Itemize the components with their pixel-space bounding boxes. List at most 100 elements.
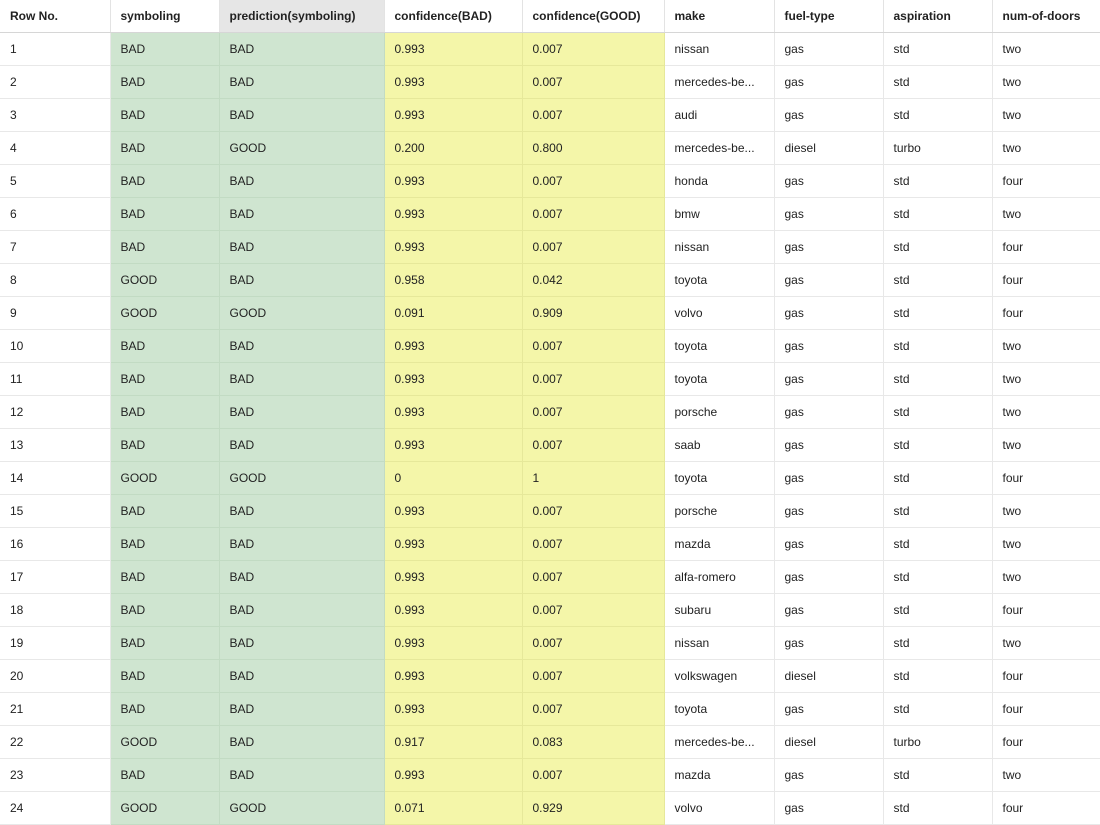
cell-row: 4	[0, 131, 111, 165]
cell-row: 17	[0, 560, 111, 594]
table-row[interactable]: 17 BAD BAD 0.993 0.007 alfa-romero gas std two	[0, 560, 1100, 594]
table-row[interactable]: 21 BAD BAD 0.993 0.007 toyota gas std four	[0, 692, 1100, 726]
cell-make: mercedes-be...	[664, 65, 775, 99]
table-row[interactable]: 14 GOOD GOOD 0 1 toyota gas std four	[0, 461, 1100, 495]
table-row[interactable]: 3 BAD BAD 0.993 0.007 audi gas std two	[0, 98, 1100, 132]
table-row[interactable]: 22 GOOD BAD 0.917 0.083 mercedes-be... diesel t…	[0, 725, 1100, 759]
cell-conf-bad: 0.200	[384, 131, 523, 165]
table-row[interactable]: 1 BAD BAD 0.993 0.007 nissan gas std two	[0, 32, 1100, 66]
cell-row: 23	[0, 758, 111, 792]
cell-fuel-type: gas	[774, 626, 884, 660]
column-header-aspiration[interactable]: aspiration	[883, 0, 993, 33]
cell-fuel-type: diesel	[774, 131, 884, 165]
table-row[interactable]: 24 GOOD GOOD 0.071 0.929 volvo gas std four	[0, 791, 1100, 825]
cell-conf-good: 0.007	[522, 626, 665, 660]
column-header-fuel-type[interactable]: fuel-type	[774, 0, 884, 33]
cell-conf-bad: 0	[384, 461, 523, 495]
cell-conf-good: 0.007	[522, 494, 665, 528]
cell-conf-bad: 0.993	[384, 659, 523, 693]
cell-conf-good: 1	[522, 461, 665, 495]
cell-prediction: BAD	[219, 65, 385, 99]
cell-prediction: BAD	[219, 560, 385, 594]
cell-num-of-doors: four	[992, 461, 1100, 495]
cell-aspiration: turbo	[883, 131, 993, 165]
table-row[interactable]: 15 BAD BAD 0.993 0.007 porsche gas std two	[0, 494, 1100, 528]
cell-row: 11	[0, 362, 111, 396]
table-row[interactable]: 7 BAD BAD 0.993 0.007 nissan gas std four	[0, 230, 1100, 264]
cell-aspiration: std	[883, 32, 993, 66]
table-row[interactable]: 23 BAD BAD 0.993 0.007 mazda gas std two	[0, 758, 1100, 792]
column-header-num-of-doors[interactable]: num-of-doors	[992, 0, 1100, 33]
cell-conf-bad: 0.993	[384, 164, 523, 198]
cell-prediction: BAD	[219, 527, 385, 561]
cell-make: toyota	[664, 692, 775, 726]
cell-row: 7	[0, 230, 111, 264]
cell-conf-good: 0.929	[522, 791, 665, 825]
cell-prediction: BAD	[219, 164, 385, 198]
table-row[interactable]: 2 BAD BAD 0.993 0.007 mercedes-be... gas std two	[0, 65, 1100, 99]
cell-conf-bad: 0.993	[384, 230, 523, 264]
table-row[interactable]: 19 BAD BAD 0.993 0.007 nissan gas std two	[0, 626, 1100, 660]
cell-make: nissan	[664, 626, 775, 660]
cell-symboling: BAD	[110, 197, 220, 231]
column-header-conf-good[interactable]: confidence(GOOD)	[522, 0, 665, 33]
cell-symboling: GOOD	[110, 725, 220, 759]
cell-num-of-doors: two	[992, 32, 1100, 66]
table-row[interactable]: 12 BAD BAD 0.993 0.007 porsche gas std two	[0, 395, 1100, 429]
cell-symboling: BAD	[110, 560, 220, 594]
cell-aspiration: std	[883, 461, 993, 495]
cell-prediction: BAD	[219, 659, 385, 693]
table-row[interactable]: 18 BAD BAD 0.993 0.007 subaru gas std four	[0, 593, 1100, 627]
cell-num-of-doors: two	[992, 527, 1100, 561]
cell-num-of-doors: two	[992, 428, 1100, 462]
cell-symboling: BAD	[110, 32, 220, 66]
cell-aspiration: std	[883, 560, 993, 594]
column-header-prediction[interactable]: prediction(symboling)	[219, 0, 385, 33]
cell-num-of-doors: four	[992, 230, 1100, 264]
cell-row: 24	[0, 791, 111, 825]
column-header-row[interactable]: Row No.	[0, 0, 111, 33]
cell-aspiration: std	[883, 296, 993, 330]
cell-conf-good: 0.007	[522, 395, 665, 429]
cell-row: 8	[0, 263, 111, 297]
table-row[interactable]: 8 GOOD BAD 0.958 0.042 toyota gas std four	[0, 263, 1100, 297]
table-row[interactable]: 5 BAD BAD 0.993 0.007 honda gas std four	[0, 164, 1100, 198]
table-row[interactable]: 11 BAD BAD 0.993 0.007 toyota gas std two	[0, 362, 1100, 396]
column-header-make[interactable]: make	[664, 0, 775, 33]
column-header-conf-bad[interactable]: confidence(BAD)	[384, 0, 523, 33]
cell-prediction: GOOD	[219, 131, 385, 165]
cell-num-of-doors: four	[992, 791, 1100, 825]
cell-make: bmw	[664, 197, 775, 231]
cell-prediction: BAD	[219, 263, 385, 297]
cell-conf-good: 0.007	[522, 164, 665, 198]
cell-aspiration: std	[883, 494, 993, 528]
cell-num-of-doors: two	[992, 131, 1100, 165]
cell-conf-good: 0.007	[522, 428, 665, 462]
table-row[interactable]: 10 BAD BAD 0.993 0.007 toyota gas std two	[0, 329, 1100, 363]
table-row[interactable]: 4 BAD GOOD 0.200 0.800 mercedes-be... diesel tu…	[0, 131, 1100, 165]
table-row[interactable]: 13 BAD BAD 0.993 0.007 saab gas std two	[0, 428, 1100, 462]
cell-num-of-doors: two	[992, 362, 1100, 396]
column-header-symboling[interactable]: symboling	[110, 0, 220, 33]
cell-prediction: GOOD	[219, 461, 385, 495]
cell-row: 14	[0, 461, 111, 495]
cell-num-of-doors: four	[992, 263, 1100, 297]
cell-num-of-doors: two	[992, 395, 1100, 429]
table-row[interactable]: 20 BAD BAD 0.993 0.007 volkswagen diesel std fou…	[0, 659, 1100, 693]
cell-fuel-type: gas	[774, 296, 884, 330]
cell-fuel-type: gas	[774, 230, 884, 264]
cell-row: 1	[0, 32, 111, 66]
cell-row: 10	[0, 329, 111, 363]
cell-aspiration: std	[883, 98, 993, 132]
cell-conf-bad: 0.993	[384, 758, 523, 792]
table-row[interactable]: 6 BAD BAD 0.993 0.007 bmw gas std two	[0, 197, 1100, 231]
table-row[interactable]: 9 GOOD GOOD 0.091 0.909 volvo gas std four	[0, 296, 1100, 330]
example-set-table: Row No. symboling prediction(symboling) con…	[0, 0, 1100, 825]
cell-row: 21	[0, 692, 111, 726]
cell-conf-good: 0.007	[522, 230, 665, 264]
cell-num-of-doors: four	[992, 164, 1100, 198]
cell-aspiration: std	[883, 65, 993, 99]
cell-symboling: BAD	[110, 164, 220, 198]
table-row[interactable]: 16 BAD BAD 0.993 0.007 mazda gas std two	[0, 527, 1100, 561]
cell-fuel-type: gas	[774, 263, 884, 297]
